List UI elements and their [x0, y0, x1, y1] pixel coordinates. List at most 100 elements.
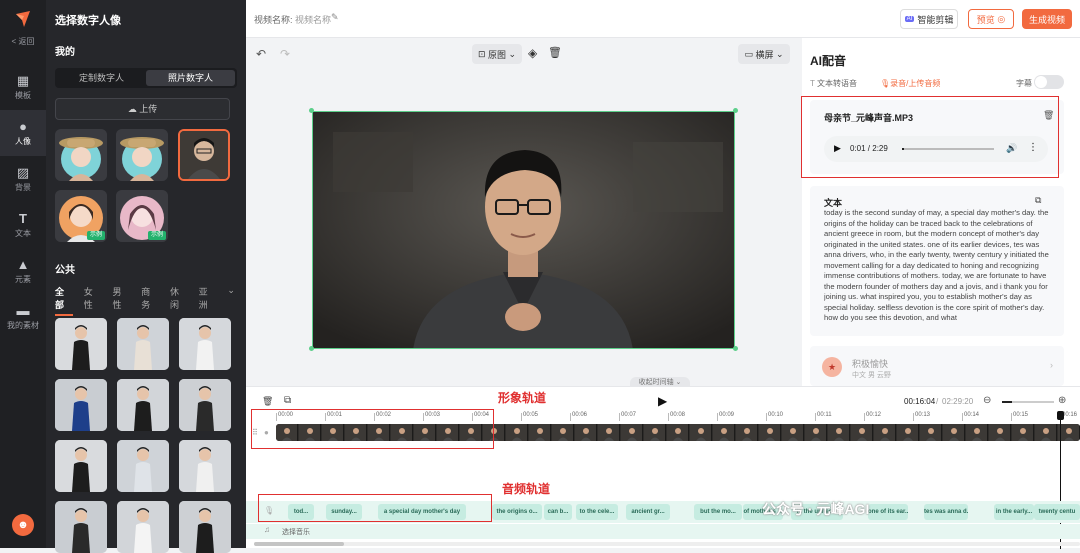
voice-meta: 中文 男 云野 [852, 372, 891, 379]
back-link[interactable]: < 返回 [0, 36, 46, 47]
resize-handle[interactable] [733, 346, 738, 351]
public-avatar-thumb[interactable] [179, 379, 231, 431]
filter-casual[interactable]: 休闲 [170, 285, 188, 316]
audio-segment[interactable]: twenty centu [1034, 504, 1080, 520]
audio-segment[interactable]: one of its ear... [868, 504, 908, 520]
voice-card[interactable]: ★ 积极愉快 中文 男 云野 › [810, 346, 1064, 386]
public-avatar-thumb[interactable] [117, 379, 169, 431]
grid-icon: ▦ [16, 72, 30, 88]
timeline-scrollbar[interactable] [254, 542, 1080, 546]
filter-female[interactable]: 女性 [84, 285, 102, 316]
logo-icon [12, 8, 34, 30]
left-rail: < 返回 ▦ 模板 ● 人像 ▨ 背景 T 文本 ▲ 元素 ▬ 我的素材 ☻ [0, 0, 46, 548]
rail-item-text[interactable]: T 文本 [0, 202, 46, 248]
my-avatar-thumb[interactable] [116, 129, 168, 181]
filmstrip-frame [897, 424, 919, 441]
tab-photo-avatar[interactable]: 照片数字人 [146, 70, 235, 86]
public-avatar-thumb[interactable] [179, 440, 231, 492]
chevron-down-icon[interactable]: ⌄ [227, 285, 235, 316]
ruler-tick-label: 00:14 [964, 412, 980, 418]
music-track[interactable] [246, 524, 1080, 539]
chat-icon[interactable]: ☻ [12, 514, 34, 536]
audio-segment[interactable]: to the cele... [576, 504, 618, 520]
upload-button[interactable]: ☁ 上传 [55, 98, 230, 120]
video-name-input[interactable]: 视频名称 [295, 13, 331, 26]
audio-segment[interactable]: but the mo... [694, 504, 742, 520]
my-avatar-thumb[interactable]: 示例 [55, 190, 107, 242]
ruler-tick-label: 00:10 [768, 412, 784, 418]
public-avatar-thumb[interactable] [55, 440, 107, 492]
chevron-right-icon[interactable]: › [1050, 360, 1053, 370]
tab-custom-avatar[interactable]: 定制数字人 [57, 70, 146, 86]
resize-handle[interactable] [309, 346, 314, 351]
layers-icon[interactable]: ◈ [528, 46, 537, 60]
background-icon: ▨ [16, 164, 30, 180]
ruler-tick-label: 00:13 [915, 412, 931, 418]
generate-video-button[interactable]: 生成视频 [1022, 9, 1072, 29]
tab-text-to-speech[interactable]: T 文本转语音 [810, 78, 857, 89]
public-avatar-thumb[interactable] [179, 318, 231, 370]
edit-icon[interactable]: ✎ [331, 12, 339, 23]
ruler-tick-label: 00:07 [621, 412, 637, 418]
filmstrip-frame [690, 424, 712, 441]
audio-segment[interactable]: tes was anna d... [924, 504, 968, 520]
rail-item-avatar[interactable]: ● 人像 [0, 110, 46, 156]
audio-card-highlight [801, 96, 1059, 178]
ruler-tick [668, 413, 669, 421]
filmstrip-frame [506, 424, 528, 441]
public-avatar-thumb[interactable] [117, 318, 169, 370]
preview-button[interactable]: 预览 ◎ [968, 9, 1014, 29]
filmstrip-frame [667, 424, 689, 441]
panel-title: 选择数字人像 [55, 15, 121, 27]
resize-handle[interactable] [309, 108, 314, 113]
trash-icon[interactable]: 🗑 [262, 396, 273, 407]
smart-cut-button[interactable]: AI 智能剪辑 [900, 9, 958, 29]
public-avatar-thumb[interactable] [117, 440, 169, 492]
audio-segment[interactable]: the origins o... [492, 504, 542, 520]
audio-segment[interactable]: ancient gr... [626, 504, 670, 520]
my-avatar-thumb-selected[interactable] [178, 129, 230, 181]
redo-icon[interactable]: ↷ [280, 47, 290, 61]
trash-icon[interactable]: 🗑 [548, 46, 562, 59]
public-avatar-thumb[interactable] [179, 501, 231, 553]
orientation-select[interactable]: ▭ 横屏 ⌄ [738, 44, 790, 64]
tab-record-upload[interactable]: 🎙录音/上传音频 [880, 78, 940, 89]
undo-icon[interactable]: ↶ [256, 47, 266, 61]
filmstrip-frame [621, 424, 643, 441]
timeline: 🗑 ⧉ ▶ 00:16:04 / 02:29:20 ⊖ ⊕ 00:00 00:01… [246, 386, 1080, 549]
rail-item-elements[interactable]: ▲ 元素 [0, 248, 46, 294]
text-icon: T [19, 210, 27, 226]
filmstrip-frame [1058, 424, 1080, 441]
my-avatar-thumb[interactable]: 示例 [116, 190, 168, 242]
public-avatar-thumb[interactable] [117, 501, 169, 553]
top-bar: 视频名称: 视频名称 ✎ AI 智能剪辑 预览 ◎ 生成视频 [246, 0, 1080, 38]
background-select[interactable]: ⊡ 原图 ⌄ [472, 44, 522, 64]
public-avatar-thumb[interactable] [55, 501, 107, 553]
select-music-label[interactable]: 选择音乐 [282, 527, 310, 537]
example-badge: 示例 [86, 231, 105, 240]
image-track-annotation: 形象轨道 [498, 391, 547, 405]
ruler-tick-label: 00:12 [866, 412, 882, 418]
filmstrip-frame [736, 424, 758, 441]
public-avatar-thumb[interactable] [55, 379, 107, 431]
rail-item-background[interactable]: ▨ 背景 [0, 156, 46, 202]
filter-male[interactable]: 男性 [112, 285, 130, 316]
audio-segment[interactable]: in the early... [994, 504, 1034, 520]
rail-item-my-assets[interactable]: ▬ 我的素材 [0, 294, 46, 340]
filter-business[interactable]: 商务 [141, 285, 159, 316]
ruler-tick [717, 413, 718, 421]
cloud-upload-icon: ☁ [127, 104, 137, 114]
resize-handle[interactable] [733, 108, 738, 113]
ai-voice-panel: AI配音 T 文本转语音 🎙录音/上传音频 字幕 母亲节_元峰声音.MP3 🗑 … [802, 38, 1080, 386]
video-preview[interactable] [312, 111, 735, 349]
filter-asian[interactable]: 亚洲 [199, 285, 217, 316]
copy-icon[interactable]: ⧉ [1035, 195, 1041, 206]
ruler-tick [913, 413, 914, 421]
my-avatar-thumb[interactable] [55, 129, 107, 181]
audio-segment[interactable]: can b... [544, 504, 572, 520]
filter-all[interactable]: 全部 [55, 285, 73, 316]
rail-item-template[interactable]: ▦ 模板 [0, 64, 46, 110]
public-avatar-thumb[interactable] [55, 318, 107, 370]
script-text[interactable]: today is the second sunday of may, a spe… [824, 208, 1056, 332]
subtitle-toggle[interactable] [1034, 75, 1064, 89]
